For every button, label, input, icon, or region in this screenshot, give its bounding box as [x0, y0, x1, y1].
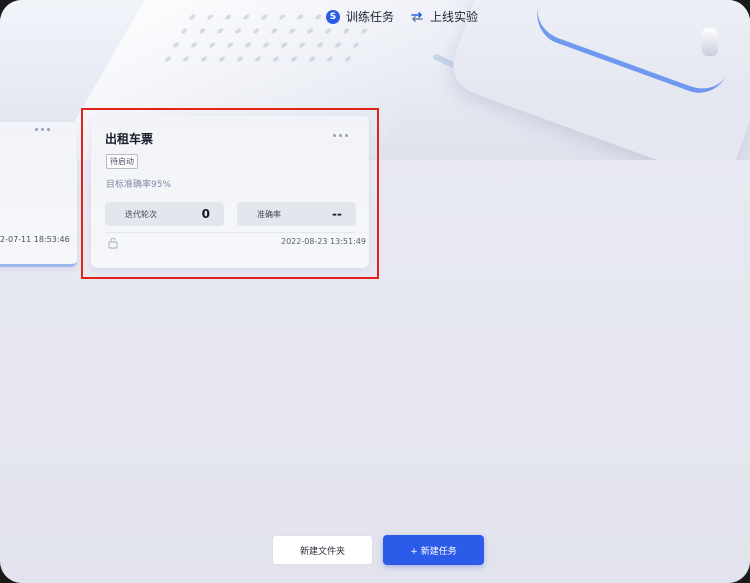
top-nav: S 训练任务 上线实验 — [326, 8, 478, 25]
more-dots-icon[interactable] — [35, 128, 50, 131]
new-task-button[interactable]: + 新建任务 — [383, 535, 484, 565]
card-divider — [105, 232, 355, 233]
nav-online-experiment-label: 上线实验 — [430, 10, 479, 24]
nav-training-tasks[interactable]: S 训练任务 — [326, 8, 394, 25]
task-card-timestamp: 2022-08-23 13:51:49 — [281, 237, 366, 246]
hero-knob-decoration — [702, 28, 718, 56]
bottom-action-bar — [0, 505, 750, 583]
swap-arrows-icon — [411, 11, 423, 22]
nav-training-tasks-label: 训练任务 — [346, 10, 395, 24]
status-badge: 待启动 — [106, 154, 138, 169]
target-accuracy: 目标准确率95% — [106, 180, 172, 190]
accuracy-label: 准确率 — [257, 209, 281, 219]
task-card-taxi-ticket[interactable]: 出租车票 待启动 目标准确率95% 迭代轮次 0 准确率 -- 2022-08-… — [91, 116, 369, 268]
training-task-icon: S — [326, 9, 340, 24]
app-window: S 训练任务 上线实验 2-07-11 18:53:46 出租车票 待启动 目标… — [0, 0, 750, 583]
new-folder-button[interactable]: 新建文件夹 — [272, 535, 373, 565]
iterations-value: 0 — [201, 207, 210, 221]
unlock-icon[interactable] — [108, 237, 118, 249]
iterations-label: 迭代轮次 — [125, 209, 157, 219]
accuracy-stat: 准确率 -- — [237, 202, 356, 226]
accuracy-value: -- — [332, 207, 342, 221]
iterations-stat: 迭代轮次 0 — [105, 202, 224, 226]
task-card-timestamp: 2-07-11 18:53:46 — [0, 235, 70, 244]
nav-online-experiment[interactable]: 上线实验 — [410, 8, 478, 25]
task-card-title: 出租车票 — [105, 132, 154, 146]
more-dots-icon[interactable] — [333, 134, 348, 137]
task-card-previous[interactable]: 2-07-11 18:53:46 — [0, 122, 77, 267]
